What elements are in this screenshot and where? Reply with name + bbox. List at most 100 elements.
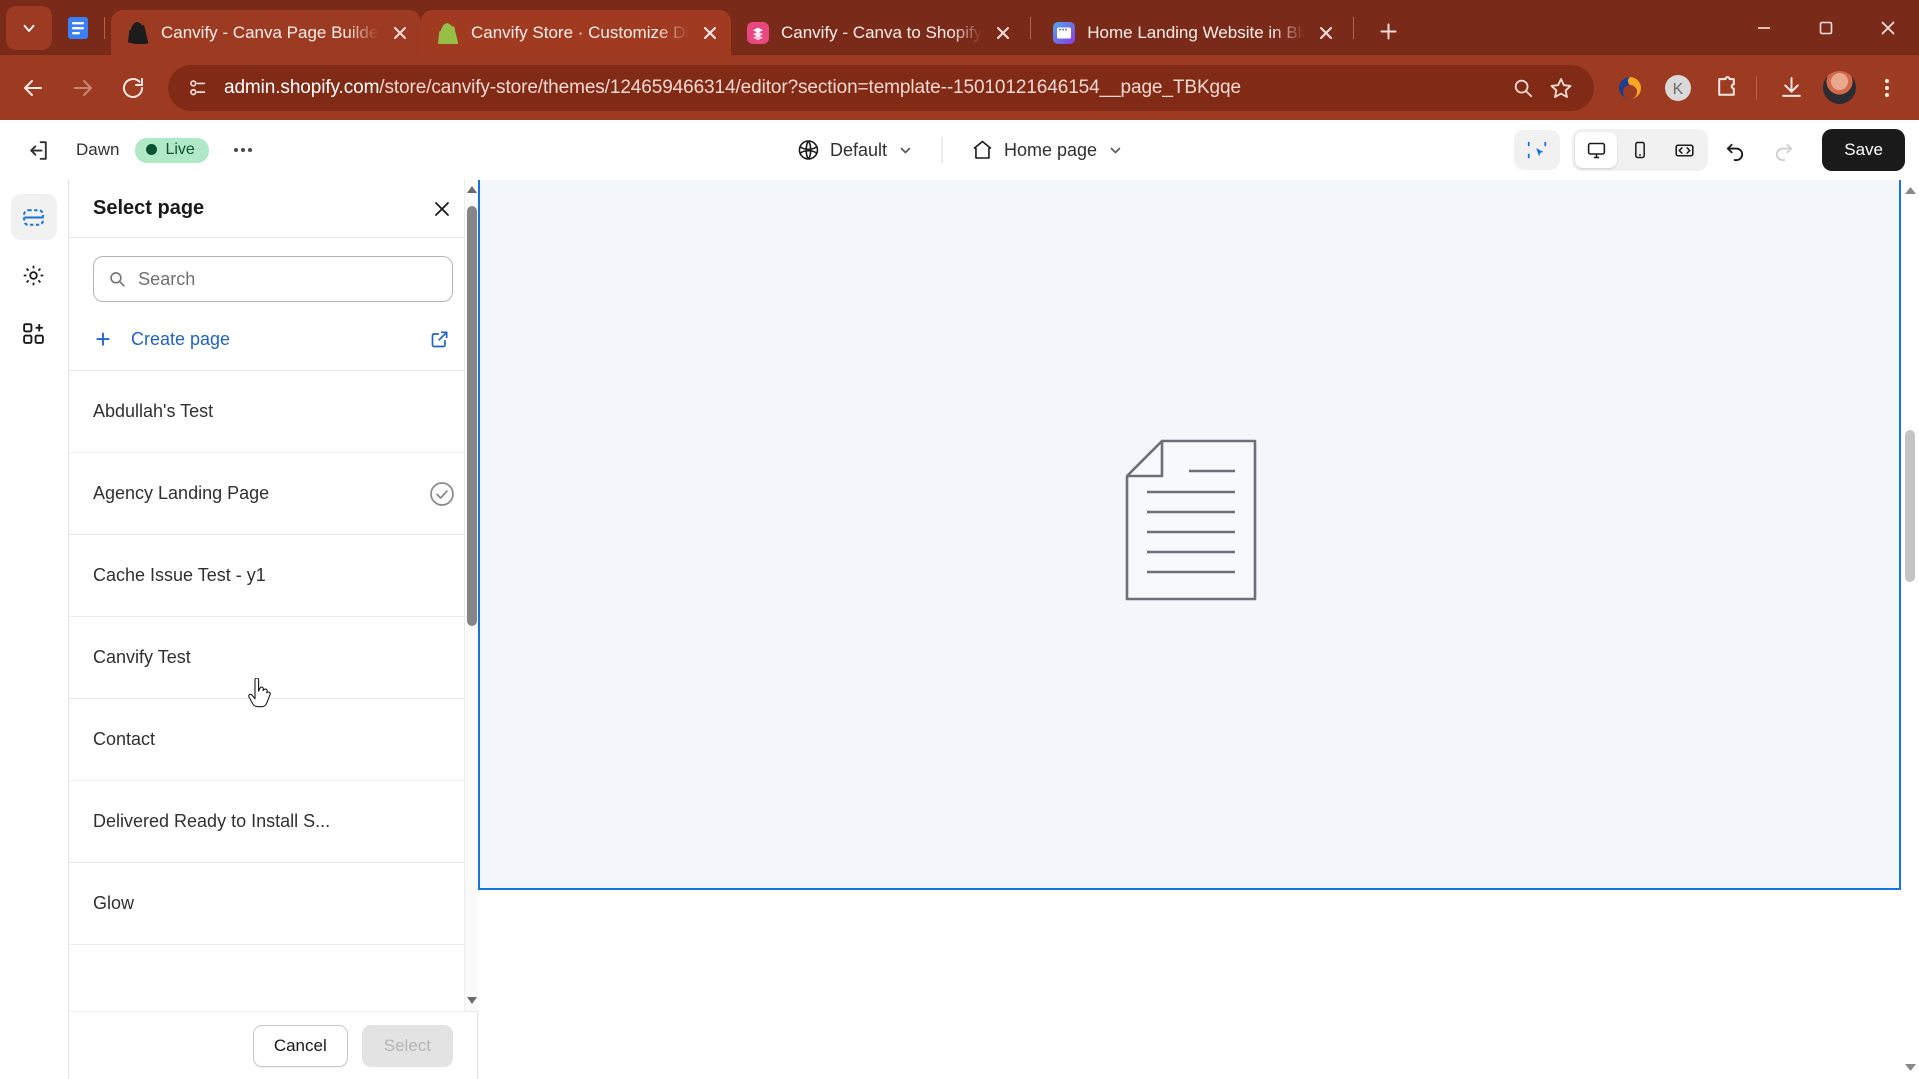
list-item[interactable]: Agency Landing Page [69,452,477,534]
editor-sidebar-rail [0,180,68,1079]
exit-editor-button[interactable] [18,130,58,170]
forward-button[interactable] [60,65,106,111]
preview-scrollbar[interactable] [1901,180,1919,1079]
mobile-preview-button[interactable] [1619,132,1661,168]
chevron-down-icon [23,24,35,32]
create-page-label: Create page [131,328,231,349]
tab-close-button[interactable] [988,18,1018,48]
new-tab-button[interactable] [1368,11,1408,51]
undo-button[interactable] [1714,130,1756,170]
extension-k-button[interactable]: K [1656,66,1700,110]
page-selector[interactable]: Home page [958,132,1135,168]
locale-selector-label: Default [829,139,887,160]
tab-close-button[interactable] [385,18,415,48]
sidebar-item-apps[interactable] [11,310,57,356]
fullscreen-icon [1675,143,1694,157]
maximize-button[interactable] [1795,0,1857,55]
selected-section-outline[interactable] [478,180,1901,890]
tab-search-chevron-button[interactable] [6,6,52,50]
scroll-up-button[interactable] [1901,182,1919,200]
page-item-label: Glow [93,893,135,913]
profile-button[interactable] [1817,66,1861,110]
desktop-preview-button[interactable] [1575,132,1618,168]
tab-close-button[interactable] [695,18,725,48]
close-window-button[interactable] [1857,0,1919,55]
theme-preview[interactable]: Blog posts [478,180,1919,1079]
list-item[interactable]: Delivered Ready to Install S... [69,780,477,862]
editor-right-controls: Save [1514,129,1905,171]
shopify-icon [127,21,149,44]
fullscreen-preview-button[interactable] [1663,132,1705,168]
list-item[interactable] [69,944,477,1011]
reading-list-button[interactable] [58,6,98,50]
caret-down-icon [1904,1064,1916,1071]
downloads-button[interactable] [1769,66,1813,110]
panel-search-wrap [69,238,477,312]
list-item[interactable]: Cache Issue Test - y1 [69,534,477,616]
scroll-down-button[interactable] [465,993,479,1009]
list-item[interactable]: Canvify Test [69,616,477,698]
minimize-icon [1758,26,1770,29]
document-placeholder-icon [1125,439,1256,601]
editor-top-bar: Dawn Live Default Home page Save [0,120,1919,180]
external-link-button[interactable] [425,324,455,354]
panel-close-button[interactable] [425,192,459,226]
back-button[interactable] [10,65,56,111]
search-box[interactable] [93,256,453,302]
extensions-button[interactable] [1704,66,1748,110]
redo-icon [1775,143,1792,161]
chevron-down-icon [1110,147,1120,154]
list-item[interactable]: Abdullah's Test [69,370,477,452]
maximize-icon [1819,21,1833,34]
browser-tab-2[interactable]: Canvify Store · Customize Dawn [421,10,731,55]
status-badge-label: Live [165,140,195,158]
search-input[interactable] [138,268,438,290]
scroll-down-button[interactable] [1901,1059,1919,1077]
chrome-menu-button[interactable] [1865,66,1909,110]
cancel-button[interactable]: Cancel [252,1024,348,1067]
page-item-label: Delivered Ready to Install S... [93,811,331,831]
scroll-up-button[interactable] [465,182,479,198]
caret-up-icon [1904,187,1916,194]
locale-selector[interactable]: Default [784,132,925,168]
create-page-row[interactable]: + Create page [69,312,477,370]
home-icon [972,140,992,159]
panel-header: Select page [69,180,477,238]
tab-title: Canvify - Canva to Shopify [781,22,983,42]
minimize-button[interactable] [1733,0,1795,55]
save-button[interactable]: Save [1822,129,1905,171]
external-link-icon [431,331,448,348]
browser-toolbar: admin.shopify.com/store/canvify-store/th… [0,55,1919,120]
inspector-select-button[interactable] [1514,130,1561,170]
browser-tab-1[interactable]: Canvify - Canva Page Builder - C [111,10,421,55]
extension-orange-button[interactable] [1608,66,1652,110]
list-item[interactable]: Contact [69,698,477,780]
page-item-label: Cache Issue Test - y1 [93,565,266,585]
browser-tab-3[interactable]: Canvify - Canva to Shopify [731,10,1024,55]
address-bar[interactable]: admin.shopify.com/store/canvify-store/th… [168,64,1594,111]
tab-close-button[interactable] [1311,18,1341,48]
desktop-icon [1587,142,1605,158]
sidebar-item-sections[interactable] [10,194,57,240]
extension-orange-icon [1619,76,1641,99]
site-info-icon[interactable] [184,75,210,101]
search-icon [110,272,125,287]
zoom-button[interactable] [1504,69,1542,107]
browser-tab-4[interactable]: Home Landing Website in Black [1037,10,1347,55]
extensions-puzzle-icon [1717,76,1735,96]
redo-button[interactable] [1762,130,1804,170]
list-item[interactable]: Glow [69,862,477,944]
page-list[interactable]: Abdullah's Test Agency Landing Page Cach… [69,370,477,1011]
scrollbar-thumb[interactable] [1905,430,1915,582]
sidebar-item-settings[interactable] [11,252,57,298]
reload-button[interactable] [110,65,156,111]
center-divider [940,137,942,163]
shopify-green-icon [437,22,459,44]
bookmark-button[interactable] [1542,69,1580,107]
caret-up-icon [467,186,477,193]
scrollbar-thumb[interactable] [467,206,477,626]
panel-footer: Cancel Select [69,1011,477,1079]
panel-scrollbar[interactable] [464,180,478,1011]
profile-avatar-icon [1822,71,1856,104]
theme-more-button[interactable] [225,132,261,168]
